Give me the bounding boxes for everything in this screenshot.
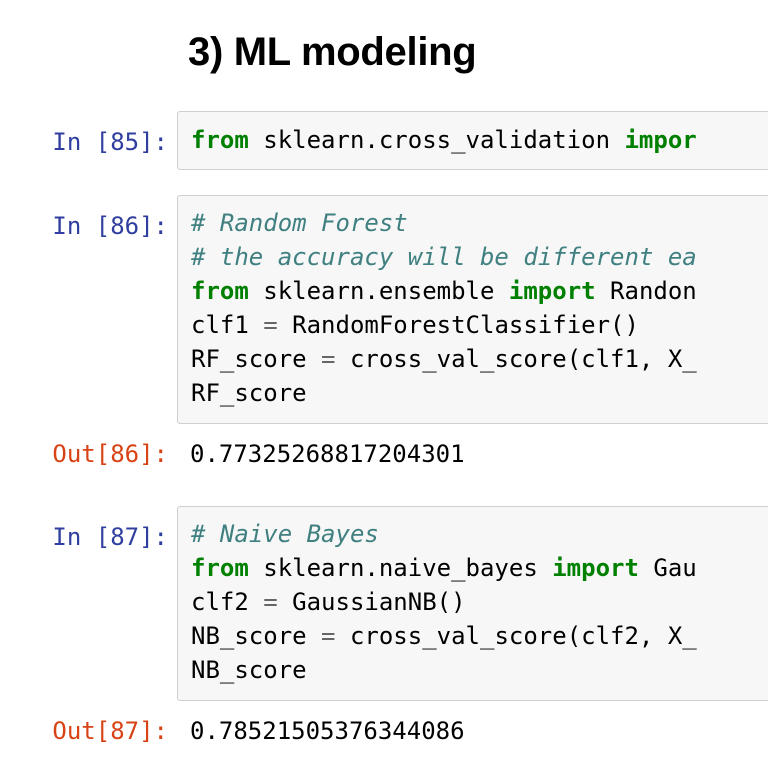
code-cell-87[interactable]: # Naive Bayes from sklearn.naive_bayes im…: [177, 506, 768, 701]
code-token: Gau: [638, 554, 697, 582]
code-token: sklearn.ensemble: [248, 277, 509, 305]
comment-token: # the accuracy will be different ea: [191, 243, 697, 271]
output-value-87: 0.78521505376344086: [190, 717, 465, 745]
code-token: Randon: [595, 277, 697, 305]
keyword-token: from: [191, 554, 249, 582]
code-line: RF_score: [191, 376, 768, 410]
code-line: NB_score = cross_val_score(clf2, X_: [191, 619, 768, 653]
operator-token: =: [263, 311, 278, 339]
section-heading: 3) ML modeling: [188, 30, 477, 74]
keyword-token: impor: [624, 126, 697, 154]
code-token: NB_score: [191, 622, 322, 650]
code-token: clf2: [191, 588, 264, 616]
code-line: # the accuracy will be different ea: [191, 240, 768, 274]
code-token: sklearn.cross_validation: [248, 126, 625, 154]
code-line: NB_score: [191, 653, 768, 687]
code-token: NB_score: [191, 656, 307, 684]
code-line: from sklearn.ensemble import Randon: [191, 274, 768, 308]
code-line: from sklearn.cross_validation impor: [191, 123, 768, 157]
code-token: RandomForestClassifier(): [277, 311, 639, 339]
code-token: RF_score: [191, 379, 307, 407]
code-token: cross_val_score(clf2, X_: [335, 622, 697, 650]
code-token: cross_val_score(clf1, X_: [335, 345, 697, 373]
code-line: # Random Forest: [191, 206, 768, 240]
comment-token: # Random Forest: [191, 209, 408, 237]
code-line: # Naive Bayes: [191, 517, 768, 551]
input-prompt-85: In [85]:: [52, 128, 168, 156]
notebook-page: 3) ML modeling In [85]: from sklearn.cro…: [0, 0, 768, 768]
code-line: clf2 = GaussianNB(): [191, 585, 768, 619]
keyword-token: import: [552, 554, 639, 582]
code-line: clf1 = RandomForestClassifier(): [191, 308, 768, 342]
operator-token: =: [321, 345, 336, 373]
code-cell-86[interactable]: # Random Forest # the accuracy will be di…: [177, 195, 768, 424]
input-prompt-86: In [86]:: [52, 212, 168, 240]
comment-token: # Naive Bayes: [191, 520, 379, 548]
code-line: from sklearn.naive_bayes import Gau: [191, 551, 768, 585]
code-line: RF_score = cross_val_score(clf1, X_: [191, 342, 768, 376]
code-cell-85[interactable]: from sklearn.cross_validation impor: [177, 111, 768, 170]
keyword-token: from: [191, 126, 249, 154]
operator-token: =: [263, 588, 278, 616]
keyword-token: import: [508, 277, 596, 305]
keyword-token: from: [191, 277, 249, 305]
code-token: GaussianNB(): [277, 588, 466, 616]
input-prompt-87: In [87]:: [52, 523, 168, 551]
operator-token: =: [321, 622, 336, 650]
code-token: RF_score: [191, 345, 322, 373]
output-prompt-87: Out[87]:: [52, 717, 168, 745]
output-prompt-86: Out[86]:: [52, 440, 168, 468]
code-token: clf1: [191, 311, 264, 339]
output-value-86: 0.77325268817204301: [190, 440, 465, 468]
code-token: sklearn.naive_bayes: [248, 554, 553, 582]
